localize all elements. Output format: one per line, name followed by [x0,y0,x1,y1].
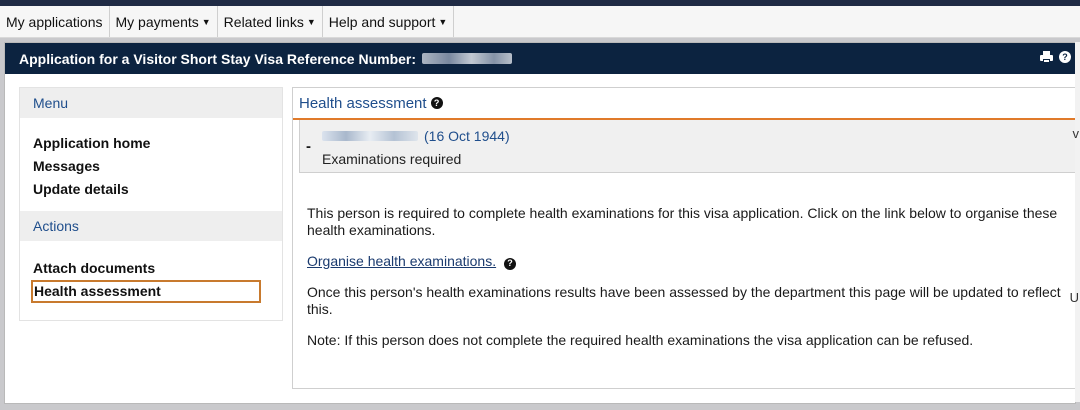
edge-letter: v [1072,126,1080,141]
actions-heading: Actions [20,211,282,241]
sidebar-item-health-assessment[interactable]: Health assessment [31,280,261,303]
instruction-paragraph: This person is required to complete heal… [307,205,1058,238]
caret-down-icon: ▼ [306,16,316,27]
nav-my-payments[interactable]: My payments ▼ [110,6,218,37]
update-paragraph: Once this person's health examinations r… [307,284,1061,317]
status-text: Examinations required [322,151,462,167]
nav-help-support[interactable]: Help and support ▼ [323,6,455,37]
organise-health-exams-link[interactable]: Organise health examinations. [307,253,496,269]
help-question-icon[interactable]: ? [430,97,443,109]
collapse-dash[interactable]: - [306,138,311,155]
nav-related-links[interactable]: Related links ▼ [218,6,323,37]
application-title-bar: Application for a Visitor Short Stay Vis… [5,43,1075,74]
applicant-name-redacted [322,131,418,141]
actions-list: Attach documents Health assessment [20,241,282,313]
page-title: Health assessment ? [293,88,1075,120]
nav-my-applications[interactable]: My applications [0,6,110,37]
caret-down-icon: ▼ [438,16,448,27]
menu-list: Application home Messages Update details [20,118,282,211]
sidebar: Menu Application home Messages Update de… [19,87,283,321]
sidebar-item-application-home[interactable]: Application home [33,132,282,155]
help-icon[interactable]: ? [1059,51,1071,63]
sidebar-item-attach-documents[interactable]: Attach documents [33,257,282,280]
application-title: Application for a Visitor Short Stay Vis… [19,50,417,67]
note-paragraph: Note: If this person does not complete t… [307,332,974,348]
applicant-dob: (16 Oct 1944) [424,128,510,144]
health-info-body: This person is required to complete heal… [293,173,1075,349]
applicant-summary: - (16 Oct 1944) Examinations required [299,120,1075,173]
caret-down-icon: ▼ [201,16,211,27]
window-edge [1075,42,1080,402]
application-panel: Application for a Visitor Short Stay Vis… [4,42,1076,404]
health-assessment-panel: Health assessment ? - (16 Oct 1944) Exam… [292,87,1075,389]
sidebar-item-messages[interactable]: Messages [33,155,282,178]
help-question-icon[interactable]: ? [504,257,516,270]
applicant-name-line[interactable]: (16 Oct 1944) [322,128,510,144]
print-icon[interactable] [1040,51,1053,63]
sidebar-item-update-details[interactable]: Update details [33,178,282,201]
edge-letter: U [1069,290,1079,305]
organise-link-line: Organise health examinations. ? [307,253,1065,270]
reference-number-redacted [422,53,513,64]
top-nav: My applications My payments ▼ Related lin… [0,6,1080,38]
menu-heading: Menu [20,88,282,118]
